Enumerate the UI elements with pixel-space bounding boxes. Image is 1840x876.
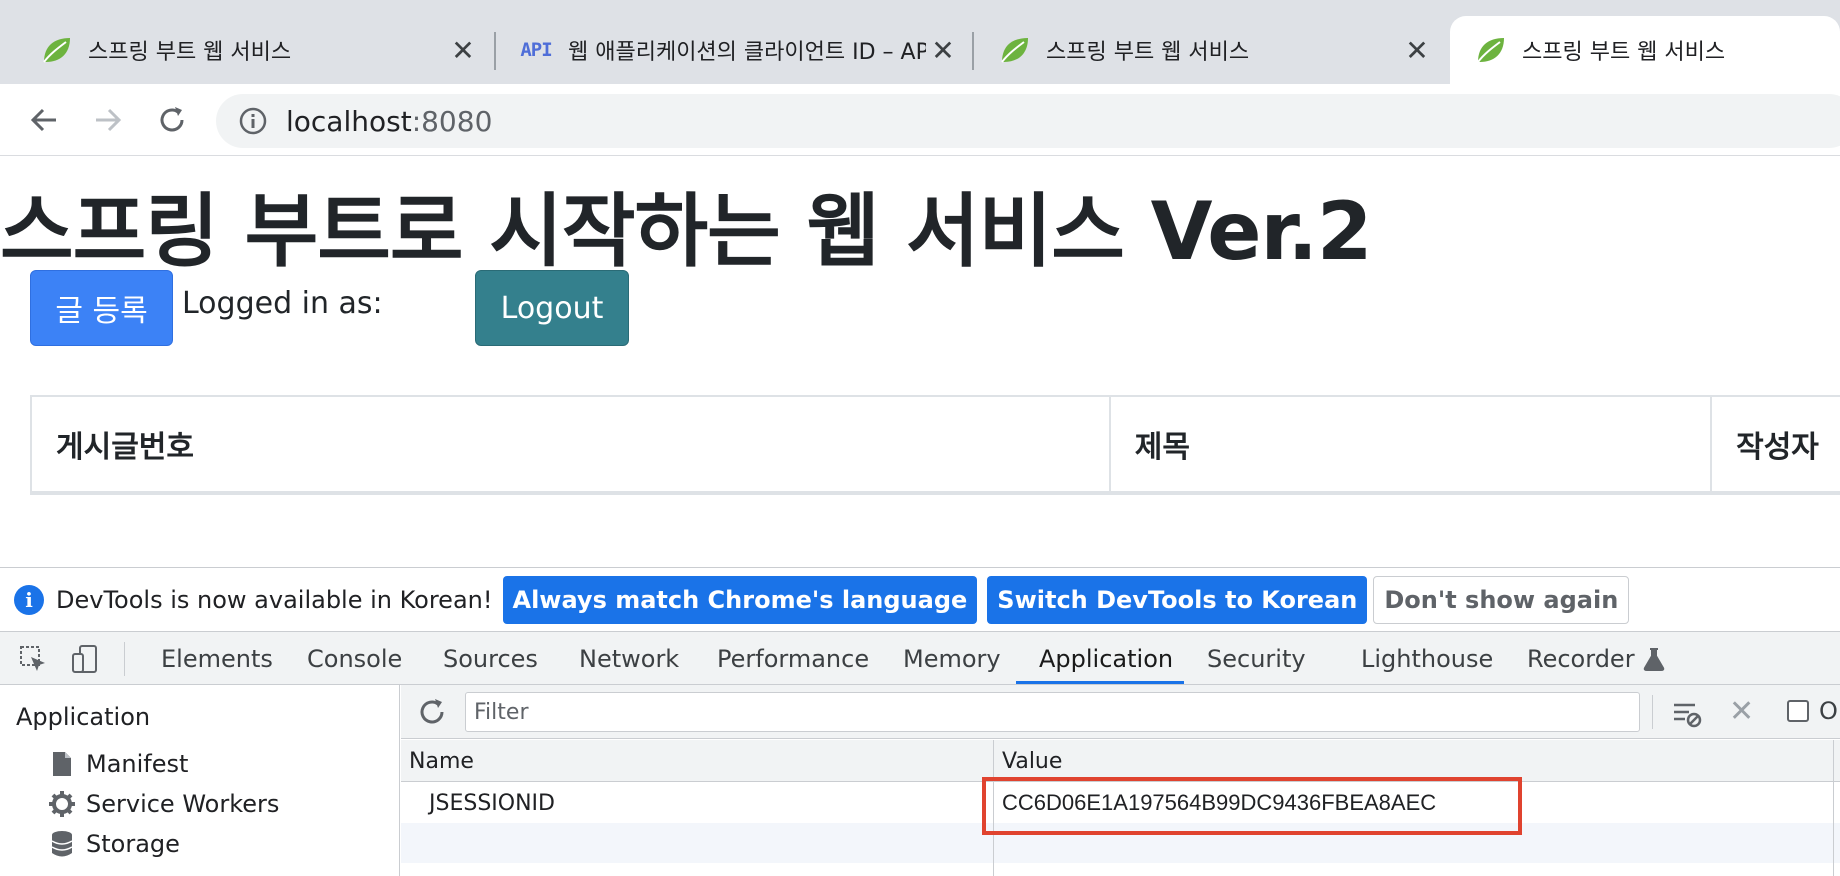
spring-leaf-icon [36, 30, 76, 70]
devtools-tab-application[interactable]: Application [1039, 632, 1173, 685]
devtools-tab-console[interactable]: Console [307, 632, 402, 685]
devtools-tab-performance[interactable]: Performance [717, 632, 869, 685]
filter-input[interactable]: Filter [465, 692, 1640, 732]
database-icon [48, 830, 76, 858]
devtools-tab-memory[interactable]: Memory [903, 632, 1001, 685]
devtools-tab-network[interactable]: Network [579, 632, 679, 685]
close-icon[interactable]: ✕ [446, 33, 480, 67]
url-text: localhost:8080 [286, 105, 492, 138]
browser-tab-strip: 스프링 부트 웹 서비스 ✕ API 웹 애플리케이션의 클라이언트 ID – … [0, 0, 1840, 84]
devtools-tab-recorder[interactable]: Recorder [1527, 632, 1665, 685]
browser-tab-1[interactable]: 스프링 부트 웹 서비스 ✕ [0, 16, 494, 84]
tab-title: 스프링 부트 웹 서비스 [88, 40, 292, 65]
table-header-title: 제목 [1111, 397, 1713, 491]
recorder-label: Recorder [1527, 644, 1635, 673]
tab-title: 웹 애플리케이션의 클라이언트 ID – API [568, 40, 926, 65]
browser-toolbar: localhost:8080 [0, 84, 1840, 156]
close-icon[interactable]: ✕ [926, 33, 960, 67]
column-header-name[interactable]: Name [401, 740, 474, 782]
table-header-author: 작성자 [1736, 430, 1819, 465]
logout-button[interactable]: Logout [475, 270, 629, 346]
logged-in-label: Logged in as: [182, 286, 383, 321]
delete-icon[interactable]: ✕ [1729, 694, 1754, 729]
devtools-tab-sources[interactable]: Sources [443, 632, 538, 685]
toolbar-divider [124, 642, 125, 676]
cookies-grid-header: Name Value [401, 740, 1840, 782]
active-tab-indicator [1016, 681, 1184, 684]
clear-filtered-cookies-icon[interactable] [1671, 697, 1703, 729]
tab-title: 스프링 부트 웹 서비스 [1522, 40, 1726, 65]
devtools-tab-bar: Elements Console Sources Network Perform… [0, 631, 1840, 685]
cookie-name: JSESSIONID [429, 790, 555, 816]
devtools-tab-lighthouse[interactable]: Lighthouse [1361, 632, 1493, 685]
filter-placeholder: Filter [474, 699, 529, 725]
cookies-panel: Filter ✕ O Name Value JSESSIONID CC6D06E… [401, 685, 1840, 876]
tab-title: 스프링 부트 웹 서비스 [1046, 40, 1250, 65]
reload-button[interactable] [150, 98, 194, 142]
url-host: localhost [286, 104, 412, 138]
only-show-issues-checkbox[interactable] [1787, 700, 1809, 722]
sidebar-item-service-workers[interactable]: Service Workers [48, 790, 279, 818]
page-content: 스프링 부트로 시작하는 웹 서비스 Ver.2 글 등록 Logged in … [0, 157, 1840, 567]
inspect-element-icon[interactable] [18, 644, 48, 674]
reload-icon [160, 107, 184, 132]
arrow-left-icon [30, 108, 56, 132]
column-divider [1833, 740, 1834, 876]
gear-icon [48, 790, 76, 818]
close-icon[interactable]: ✕ [1400, 33, 1434, 67]
spring-leaf-icon [994, 30, 1034, 70]
value-highlight-box [982, 777, 1522, 835]
cookies-toolbar: Filter ✕ O [401, 685, 1840, 739]
dont-show-again-button[interactable]: Don't show again [1373, 575, 1630, 624]
switch-korean-button[interactable]: Switch DevTools to Korean [987, 575, 1368, 624]
arrow-right-icon [96, 108, 122, 132]
browser-tab-2[interactable]: API 웹 애플리케이션의 클라이언트 ID – API ✕ [496, 16, 974, 84]
file-icon [48, 750, 76, 778]
table-header-id: 게시글번호 [32, 397, 1111, 491]
address-bar[interactable]: localhost:8080 [216, 94, 1840, 148]
sidebar-item-label: Service Workers [86, 790, 280, 818]
flask-icon [1643, 647, 1664, 671]
refresh-icon[interactable] [417, 697, 447, 727]
page-title: 스프링 부트로 시작하는 웹 서비스 Ver.2 [0, 185, 1373, 278]
table-row-empty [401, 863, 1840, 876]
column-header-value[interactable]: Value [994, 740, 1062, 782]
back-button[interactable] [22, 98, 66, 142]
sidebar-item-label: Manifest [86, 750, 189, 778]
info-icon [239, 107, 267, 135]
posts-table: 게시글번호 제목 작성자 [30, 395, 1840, 495]
browser-tab-3[interactable]: 스프링 부트 웹 서비스 ✕ [974, 16, 1448, 84]
sidebar-item-storage[interactable]: Storage [48, 830, 180, 858]
url-port: :8080 [411, 104, 493, 138]
only-show-label: O [1819, 697, 1838, 725]
forward-button[interactable] [86, 98, 130, 142]
sidebar-item-label: Storage [86, 830, 180, 858]
sidebar-heading: Application [16, 703, 151, 731]
application-sidebar: Application Manifest Service Workers Sto… [0, 685, 400, 876]
api-icon: API [520, 39, 552, 61]
browser-tab-4-active[interactable]: 스프링 부트 웹 서비스 [1450, 16, 1840, 84]
infobar-message: DevTools is now available in Korean! [56, 585, 493, 614]
device-toolbar-icon[interactable] [70, 644, 100, 674]
spring-leaf-icon [1470, 30, 1510, 70]
devtools-infobar: i DevTools is now available in Korean! A… [0, 567, 1840, 631]
devtools-tab-security[interactable]: Security [1207, 632, 1306, 685]
post-button[interactable]: 글 등록 [30, 270, 173, 346]
toolbar-divider [1652, 695, 1653, 729]
devtools-tab-elements[interactable]: Elements [161, 632, 273, 685]
info-icon: i [14, 584, 44, 615]
sidebar-item-manifest[interactable]: Manifest [48, 750, 188, 778]
match-language-button[interactable]: Always match Chrome's language [502, 575, 978, 624]
